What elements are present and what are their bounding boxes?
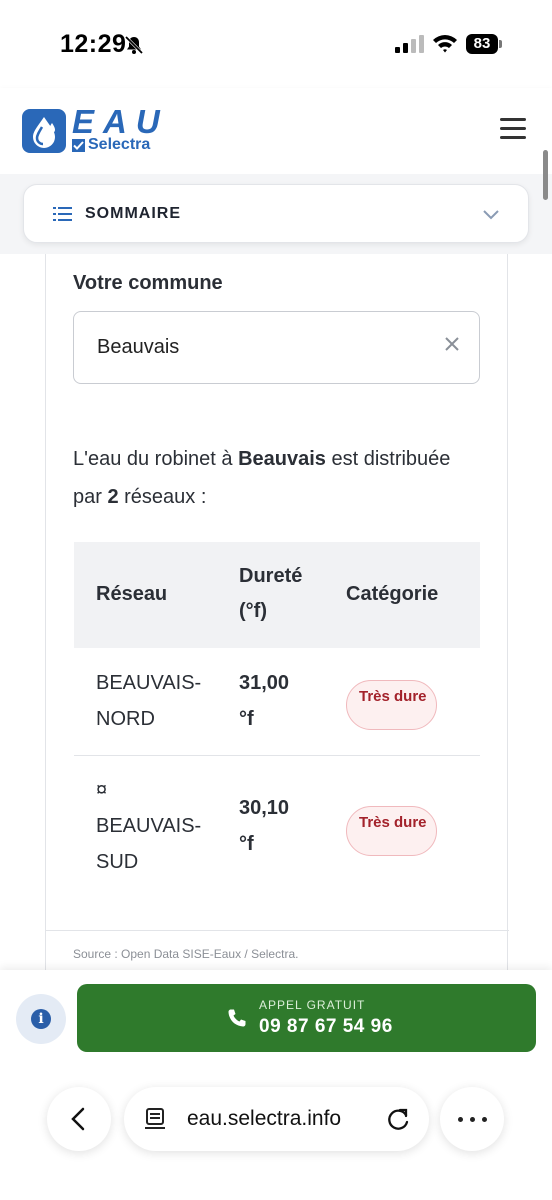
distribution-text: L'eau du robinet à Beauvais est distribu… [73,448,451,508]
more-icon[interactable] [440,1087,504,1151]
logo-wordmark: EAU [72,103,169,140]
call-to-action-bar: i APPEL GRATUIT 09 87 67 54 96 [0,970,552,1065]
source-note: Source : Open Data SISE-Eaux / Selectra. [73,947,299,961]
reload-icon[interactable] [386,1106,412,1132]
phone-icon [228,1009,246,1027]
networks-table: Réseau Dureté (°f) Catégorie BEAUVAIS-NO… [74,542,480,896]
water-quality-card: Votre commune Beauvais L'eau du robinet … [45,254,509,1014]
site-logo[interactable]: EAU Selectra [22,103,169,154]
status-badge: Très dure [346,806,437,856]
battery-level: 83 [466,34,498,54]
wifi-icon [433,35,457,53]
cell-reseau: BEAUVAIS-NORD [96,672,202,730]
back-button[interactable] [47,1087,111,1151]
table-row: BEAUVAIS-NORD 31,00 °f Très dure [74,648,480,756]
browser-toolbar: eau.selectra.info [0,1065,552,1200]
sommaire-dropdown[interactable]: SOMMAIRE [23,184,529,243]
scrollbar[interactable] [543,150,548,200]
site-header: EAU Selectra [0,88,552,174]
water-drop-logo-icon [22,109,66,153]
status-time: 12:29 [60,30,127,58]
cell-durete: 31,00 °f [239,672,290,730]
header-reseau: Réseau [96,583,168,605]
cell-durete: 30,10 °f [239,797,290,855]
battery-icon: 83 [466,34,502,54]
commune-value: Beauvais [97,336,180,358]
url-text: eau.selectra.info [187,1107,342,1130]
back-icon [71,1107,85,1131]
header-categorie: Catégorie [346,583,439,605]
network-count: 2 [107,486,119,508]
chevron-down-icon [483,210,499,220]
menu-icon[interactable] [500,118,526,140]
bell-slash-icon [124,35,144,55]
header-durete: Dureté (°f) [239,565,303,622]
logo-subtitle: Selectra [88,136,151,153]
city-name: Beauvais [238,448,326,470]
list-icon [53,207,72,221]
info-button[interactable]: i [16,994,66,1044]
commune-input[interactable]: Beauvais [73,311,480,384]
address-bar[interactable]: eau.selectra.info [124,1087,429,1151]
call-button[interactable]: APPEL GRATUIT 09 87 67 54 96 [77,984,536,1052]
sommaire-label: SOMMAIRE [85,205,181,222]
cell-reseau: ¤ BEAUVAIS-SUD [96,779,202,873]
call-label: APPEL GRATUIT [259,998,366,1012]
page-icon [145,1108,165,1129]
commune-label: Votre commune [73,272,223,294]
clear-icon[interactable] [443,335,461,353]
signal-icon [395,35,424,53]
table-header: Réseau Dureté (°f) Catégorie [74,542,480,648]
info-icon: i [31,1009,51,1029]
phone-number: 09 87 67 54 96 [259,1016,393,1037]
table-row: ¤ BEAUVAIS-SUD 30,10 °f Très dure [74,756,480,896]
status-badge: Très dure [346,680,437,730]
status-bar: 12:29 83 [0,0,552,88]
check-icon [72,138,85,152]
